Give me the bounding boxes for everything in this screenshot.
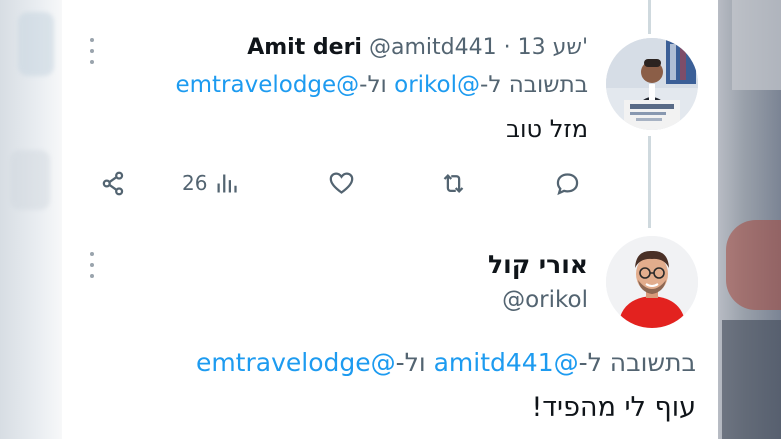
reply-bubble-icon	[556, 172, 579, 195]
reply-context: בתשובה ל-@orikol ול-@emtravelodge	[175, 72, 588, 98]
more-vertical-icon	[90, 38, 94, 42]
background-blob	[726, 220, 781, 310]
reply-mention-link[interactable]: @amitd441	[434, 348, 579, 377]
avatar[interactable]	[606, 236, 698, 328]
more-vertical-icon-dot	[90, 49, 94, 53]
reply-mention-link[interactable]: @emtravelodge	[175, 72, 359, 98]
reply-button[interactable]	[554, 168, 581, 198]
background-blob	[732, 0, 781, 90]
reply-joiner: ול-	[359, 72, 395, 98]
more-vertical-icon-dot	[90, 60, 94, 64]
meta-separator: ·	[503, 35, 511, 60]
more-options-button[interactable]	[84, 252, 100, 278]
background-blob	[722, 320, 781, 439]
share-button[interactable]	[100, 168, 127, 198]
tweet-time[interactable]: 13 שע'	[518, 35, 588, 60]
reply-mention-link[interactable]: @emtravelodge	[196, 348, 396, 377]
tweet-text: עוף לי מהפיד!	[531, 392, 696, 423]
reply-mention-link[interactable]: @orikol	[394, 72, 480, 98]
author-handle[interactable]: @orikol	[502, 287, 588, 313]
background-blob	[18, 12, 54, 76]
retweet-button[interactable]	[440, 168, 467, 198]
avatar[interactable]	[606, 38, 698, 130]
like-button[interactable]	[328, 168, 355, 198]
reply-prefix: בתשובה ל-	[578, 348, 696, 377]
thread-connector-line	[648, 136, 651, 228]
background-blur-left	[0, 0, 62, 439]
reply-context: בתשובה ל-@amitd441 ול-@emtravelodge	[196, 348, 696, 377]
views-bar-chart-icon	[217, 174, 238, 192]
author-name[interactable]: Amit deri	[247, 35, 362, 60]
retweet-icon	[443, 173, 464, 193]
thread-connector-line	[648, 0, 651, 34]
tweet-action-bar: 26	[92, 168, 592, 198]
avatar-photo-conference	[606, 38, 698, 130]
views-button[interactable]: 26	[182, 168, 240, 198]
more-vertical-icon	[90, 252, 94, 256]
avatar-photo-portrait	[606, 236, 698, 328]
more-vertical-icon-dot	[90, 274, 94, 278]
author-handle[interactable]: @amitd441	[369, 35, 497, 60]
author-name[interactable]: אורי קול	[488, 250, 588, 279]
reply-prefix: בתשובה ל-	[480, 72, 588, 98]
tweet-thread-card: Amit deri @amitd441 · 13 שע' בתשובה ל-@o…	[62, 0, 718, 439]
more-options-button[interactable]	[84, 38, 100, 64]
tweet-header: Amit deri @amitd441 · 13 שע'	[247, 35, 588, 60]
heart-icon	[329, 171, 354, 194]
tweet-text: מזל טוב	[506, 115, 588, 143]
more-vertical-icon-dot	[90, 263, 94, 267]
share-icon	[102, 171, 124, 195]
background-blob	[10, 150, 50, 210]
background-blur-right	[718, 0, 781, 439]
views-count: 26	[182, 171, 208, 195]
reply-joiner: ול-	[395, 348, 434, 377]
